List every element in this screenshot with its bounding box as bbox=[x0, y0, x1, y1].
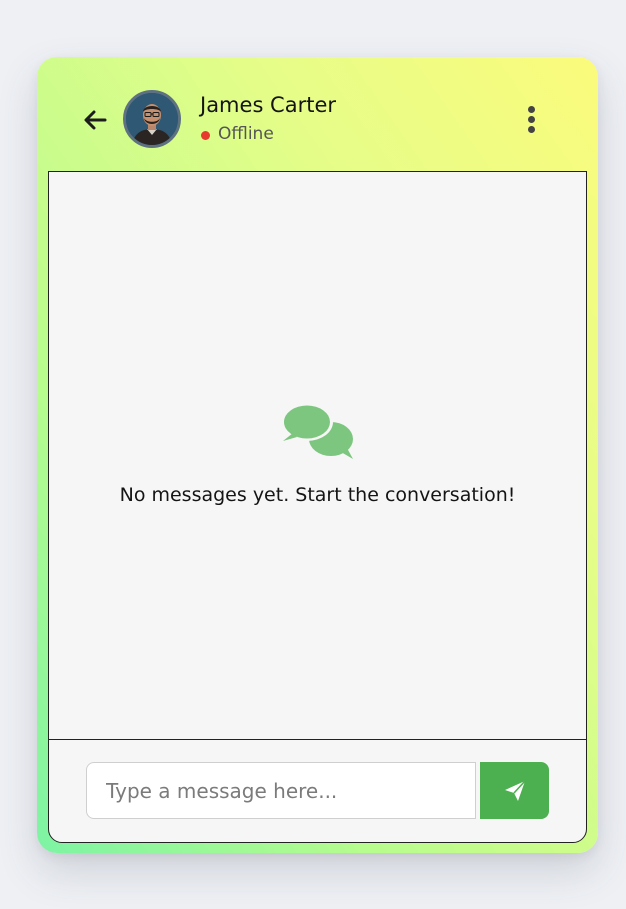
chat-header: James Carter Offline bbox=[37, 57, 598, 171]
back-button[interactable] bbox=[81, 106, 109, 134]
arrow-left-icon bbox=[84, 110, 107, 130]
contact-status: Offline bbox=[218, 124, 274, 144]
send-button[interactable] bbox=[480, 762, 549, 819]
chat-bubbles-icon bbox=[281, 402, 355, 460]
chat-body: No messages yet. Start the conversation! bbox=[48, 171, 587, 843]
more-options-button[interactable] bbox=[521, 104, 543, 136]
contact-name: James Carter bbox=[200, 93, 337, 117]
message-composer bbox=[49, 740, 586, 842]
vertical-dots-icon bbox=[528, 106, 535, 113]
message-input[interactable] bbox=[86, 762, 476, 819]
empty-state-text: No messages yet. Start the conversation! bbox=[119, 484, 516, 506]
chat-window: James Carter Offline No messages yet. St… bbox=[37, 57, 598, 853]
avatar[interactable] bbox=[123, 90, 181, 148]
paper-plane-icon bbox=[504, 779, 526, 801]
messages-area[interactable]: No messages yet. Start the conversation! bbox=[49, 172, 586, 740]
profile-photo bbox=[126, 93, 178, 145]
status-dot bbox=[201, 131, 210, 140]
